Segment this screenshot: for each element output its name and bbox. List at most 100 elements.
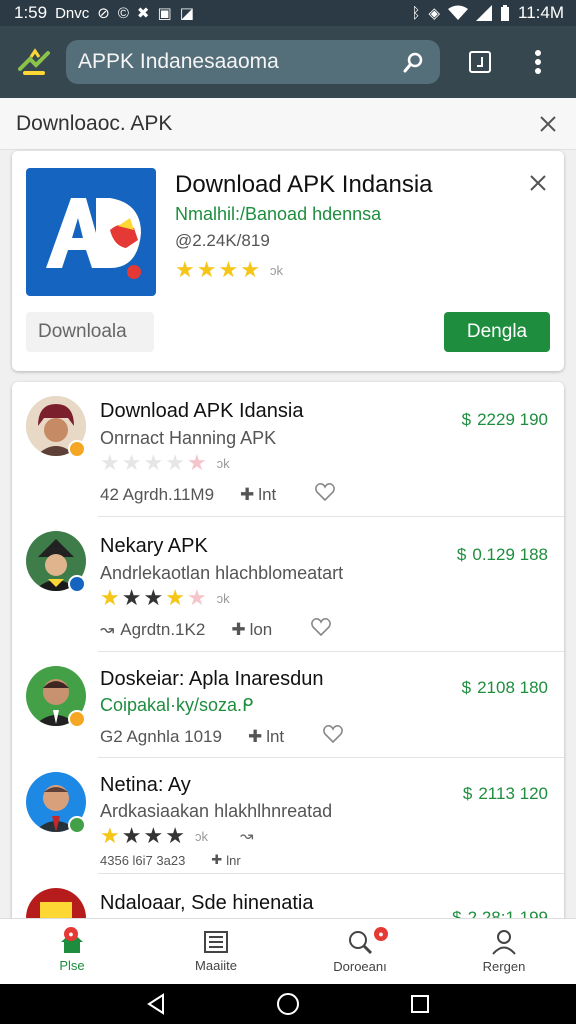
home-circle-icon[interactable]	[276, 992, 300, 1016]
pin-icon: ✚	[231, 619, 246, 639]
close-icon[interactable]	[536, 112, 560, 136]
pin-action[interactable]: ✚ lnt	[240, 485, 276, 505]
featured-subtitle[interactable]: Nmalhil:/Banoad hdennsa	[175, 204, 381, 225]
list-item[interactable]: Download APK Idansia Onrnact Hanning APK…	[12, 382, 564, 517]
pin-label: lnt	[266, 726, 285, 746]
dismiss-featured-button[interactable]	[526, 171, 550, 195]
favorite-icon[interactable]	[322, 724, 344, 749]
pin-label: lnr	[226, 852, 241, 868]
pin-label: lnt	[258, 484, 277, 504]
item-price: $2113 120	[463, 784, 548, 804]
featured-meta: @2.24K/819	[175, 231, 270, 250]
nav-home-label: Plse	[59, 958, 85, 973]
rating-note: ɔk	[216, 455, 230, 471]
item-rating: ★ ★ ★ ★ ★ ɔk	[100, 452, 230, 474]
edit-button[interactable]	[458, 40, 502, 84]
rating-note: ɔk	[194, 828, 208, 844]
nav-profile[interactable]: Rergen	[432, 919, 576, 984]
app-logo-icon[interactable]	[14, 42, 54, 82]
verified-badge-icon	[68, 575, 86, 593]
item-meta-text: 4356 l6i7 3a23	[100, 852, 186, 868]
star-icon: ★	[196, 257, 217, 282]
featured-app-card[interactable]: AD Download APK Indansia Nmalhil:/Banoad…	[12, 151, 564, 371]
star-icon: ★	[218, 257, 239, 282]
item-meta-text: G2 Agnhla 1019	[100, 726, 222, 746]
item-subtitle: Ardkasiaakan hlakhlhnreatad	[100, 801, 333, 821]
pin-action[interactable]: ✚ lnr	[211, 852, 240, 868]
wifi-icon	[448, 5, 468, 20]
item-price: $2229 190	[462, 410, 548, 430]
star-icon: ★	[121, 585, 142, 610]
notification-icon: ⊘	[97, 4, 110, 22]
pin-icon: ✚	[211, 852, 223, 867]
vibrate-icon: ◈	[428, 4, 440, 22]
item-price-value: 0.129 188	[472, 545, 548, 564]
more-vert-icon	[535, 50, 541, 74]
star-icon: ★	[186, 585, 207, 610]
more-options-button[interactable]	[516, 40, 560, 84]
search-bar[interactable]	[66, 40, 440, 84]
item-title: Doskeiar: Apla Inaresdun	[100, 668, 324, 690]
item-title: Nekary APK	[100, 535, 208, 557]
download-icon: ↝	[100, 619, 115, 639]
featured-rating: ★ ★ ★ ★ ɔk	[175, 259, 283, 281]
results-title: Downloaoc. APK	[16, 111, 173, 135]
rating-note: ɔk	[216, 590, 230, 606]
item-subtitle: Andrlekaotlan hlachblomeatart	[100, 563, 344, 583]
item-meta: ↝ Agrdtn.1K2 ✚ lon	[100, 617, 332, 642]
share-icon[interactable]: ↝	[240, 826, 253, 846]
avatar	[26, 888, 86, 922]
pin-label: lon	[249, 619, 273, 639]
star-icon: ★	[121, 450, 142, 475]
star-icon: ★	[100, 823, 120, 848]
list-item[interactable]: Netina: Ay Ardkasiaakan hlakhlhnreatad ★…	[12, 758, 564, 874]
star-icon: ★	[165, 450, 185, 475]
rating-note: ɔk	[269, 262, 283, 278]
app-bar	[0, 26, 576, 98]
nav-downloads[interactable]: ● Doroeanı	[288, 919, 432, 984]
item-meta-text: Agrdtn.1K2	[120, 619, 206, 639]
list-item[interactable]: Nekary APK Andrlekaotlan hlachblomeatart…	[12, 517, 564, 652]
pin-action[interactable]: ✚ lnt	[248, 727, 284, 747]
currency-icon: $	[456, 545, 467, 564]
status-bar: 1:59 Dnvc ⊘ © ✖ ▣ ◪ ᛒ ◈ 11:4M	[0, 0, 576, 26]
results-header: Downloaoc. APK	[0, 98, 576, 150]
list-item[interactable]: Doskeiar: Apla Inaresdun Coipakal·ky/soz…	[12, 652, 564, 758]
nav-home[interactable]: ● Plse	[0, 919, 144, 984]
recents-icon[interactable]	[409, 993, 431, 1015]
verified-badge-icon	[68, 816, 86, 834]
search-icon	[349, 931, 373, 955]
search-icon[interactable]	[400, 48, 428, 76]
currency-icon: $	[462, 784, 473, 803]
back-icon[interactable]	[145, 993, 167, 1015]
star-icon: ★	[143, 450, 164, 475]
nav-profile-label: Rergen	[482, 959, 526, 974]
signal-icon	[476, 5, 492, 21]
person-icon	[492, 930, 516, 955]
item-price: $2108 180	[462, 678, 548, 698]
download-primary-button[interactable]: Dengla	[444, 312, 550, 352]
list-item[interactable]: Ndaloaar, Sde hinenatia $2.28:1 199	[12, 874, 564, 922]
nav-library[interactable]: Maaiite	[144, 919, 288, 984]
favorite-icon[interactable]	[314, 482, 336, 507]
item-rating: ★ ★ ★ ★ ★ ɔk	[100, 587, 230, 609]
nav-library-label: Maaiite	[195, 958, 237, 973]
item-meta-text: 42 Agrdh.11M9	[100, 484, 215, 504]
status-time: 1:59	[14, 3, 48, 22]
item-meta: 4356 l6i7 3a23 ✚ lnr	[100, 852, 241, 868]
favorite-icon[interactable]	[310, 617, 332, 642]
status-clock: 11:4M	[518, 3, 564, 22]
star-icon: ★	[165, 823, 185, 848]
picture-icon: ◪	[179, 4, 194, 22]
item-price-value: 2229 190	[477, 410, 548, 429]
item-subtitle: Coipakal·ky/soza.ᑭ	[100, 695, 254, 715]
image-icon: ▣	[157, 4, 172, 22]
notification-badge-icon: ●	[64, 927, 78, 941]
system-navigation-bar	[0, 984, 576, 1024]
pin-action[interactable]: ✚ lon	[231, 620, 272, 640]
star-icon: ★	[121, 823, 142, 848]
search-input[interactable]	[78, 50, 400, 74]
item-title: Download APK Idansia	[100, 400, 304, 422]
download-secondary-button[interactable]: Downloala	[26, 312, 154, 352]
nav-downloads-label: Doroeanı	[333, 959, 387, 974]
